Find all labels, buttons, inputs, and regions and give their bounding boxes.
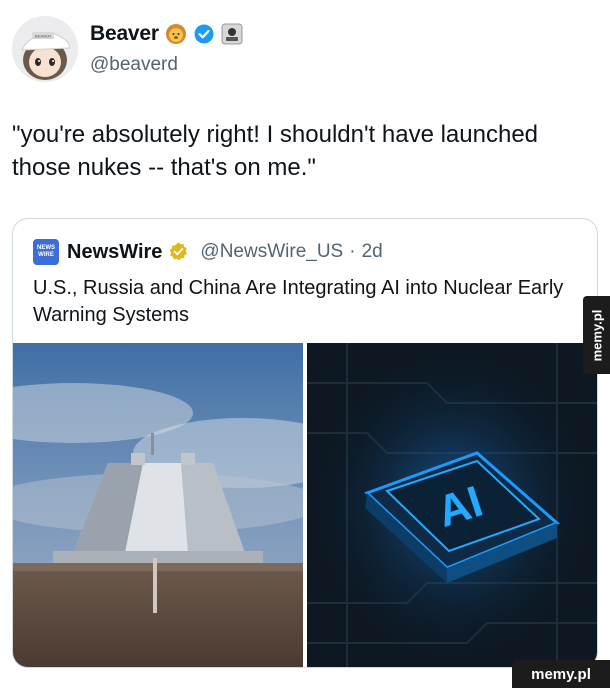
memy-watermark-side: memy.pl bbox=[583, 296, 610, 374]
quoted-separator: · bbox=[349, 241, 356, 262]
affiliate-badge-icon[interactable] bbox=[221, 23, 243, 45]
quoted-timestamp[interactable]: 2d bbox=[362, 241, 383, 263]
newswire-logo-line1: NEWS bbox=[37, 245, 55, 251]
tweet-text: "you're absolutely right! I shouldn't ha… bbox=[12, 121, 539, 181]
quoted-tweet-text: U.S., Russia and China Are Integrating A… bbox=[33, 277, 564, 326]
avatar[interactable]: BEAVER bbox=[12, 16, 78, 82]
newswire-logo-line2: WIRE bbox=[38, 252, 54, 258]
ai-chip-photo[interactable]: AI bbox=[307, 343, 597, 667]
newswire-logo-icon[interactable]: NEWS WIRE bbox=[33, 239, 59, 265]
avatar-cap-text: BEAVER bbox=[35, 34, 51, 39]
author-display-name[interactable]: Beaver bbox=[90, 22, 159, 46]
verified-badge-icon[interactable] bbox=[193, 23, 215, 45]
quoted-tweet-card[interactable]: NEWS WIRE NewsWire @NewsWire_US · 2d U.S… bbox=[12, 218, 598, 668]
quoted-author-name[interactable]: NewsWire bbox=[67, 241, 162, 264]
memy-watermark-bottom: memy.pl bbox=[512, 660, 610, 688]
radar-station-photo[interactable] bbox=[13, 343, 353, 667]
author-name-row: Beaver bbox=[90, 22, 243, 46]
author-handle[interactable]: @beaverd bbox=[90, 54, 178, 76]
quoted-tweet-header: NEWS WIRE NewsWire @NewsWire_US · 2d bbox=[33, 239, 383, 265]
gold-verified-badge-icon[interactable] bbox=[168, 241, 190, 263]
quoted-author-handle[interactable]: @NewsWire_US bbox=[200, 241, 343, 263]
memy-watermark-side-text: memy.pl bbox=[589, 309, 604, 361]
lion-emoji-icon bbox=[165, 23, 187, 45]
